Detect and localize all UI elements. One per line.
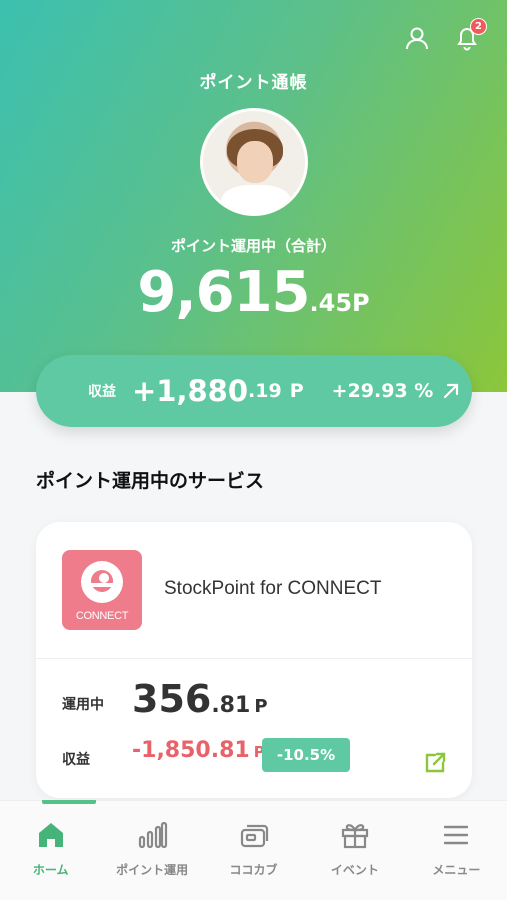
logo-text: CONNECT [75, 610, 129, 622]
avatar[interactable] [200, 108, 308, 216]
service-card[interactable]: CONNECT StockPoint for CONNECT 運用中 356.8… [36, 522, 472, 798]
profit-unit: P [289, 380, 304, 402]
profit-dec: .19 [248, 380, 282, 402]
top-icons: 2 [401, 18, 487, 54]
bar-chart-icon [139, 821, 168, 849]
tab-events[interactable]: イベント [304, 801, 405, 900]
profit-percent: +29.93 % [331, 380, 434, 402]
total-points-dec: .45 [309, 289, 353, 317]
profit-label: 収益 [88, 384, 116, 400]
running-unit: P [254, 696, 268, 717]
profile-button[interactable] [401, 22, 433, 54]
profit-int: +1,880 [132, 374, 249, 408]
tab-menu[interactable]: メニュー [406, 801, 507, 900]
menu-icon [444, 825, 469, 845]
tab-label: ホーム [32, 863, 69, 877]
connect-mark-icon [81, 561, 123, 603]
running-label: 運用中 [62, 697, 104, 713]
hero-header: 2 ポイント通帳 ポイント運用中（合計） 9,615.45P [0, 0, 507, 392]
gift-icon [341, 824, 369, 849]
tab-home[interactable]: ホーム [0, 800, 101, 900]
running-int: 356 [132, 677, 212, 721]
card-divider [36, 658, 472, 659]
services-section-title: ポイント運用中のサービス [36, 470, 265, 492]
cards-icon [240, 824, 268, 848]
total-points-unit: P [352, 289, 370, 317]
gain-amount: -1,850.81 [132, 738, 250, 763]
tab-label: イベント [330, 863, 379, 877]
tab-label: メニュー [432, 863, 481, 877]
notification-badge: 2 [470, 18, 487, 35]
tab-cococabu[interactable]: ココカブ [203, 801, 304, 900]
connect-logo: CONNECT [62, 550, 142, 630]
active-tab-indicator [42, 800, 96, 804]
total-points-label: ポイント運用中（合計） [170, 237, 336, 255]
gain-value: -1,850.81 P [132, 738, 265, 763]
total-points-value: 9,615.45P [0, 260, 507, 325]
notification-button[interactable]: 2 [451, 18, 487, 54]
bottom-tab-bar: ホーム ポイント運用 ココカブ イベント メニュー [0, 800, 507, 900]
service-name: StockPoint for CONNECT [164, 578, 382, 599]
gain-label: 収益 [62, 752, 90, 768]
profit-summary-pill[interactable]: 収益 +1,880.19 P +29.93 % [36, 355, 472, 427]
user-icon [406, 27, 428, 50]
home-icon [38, 823, 63, 847]
page-title: ポイント通帳 [199, 73, 308, 93]
gain-percent-badge: -10.5% [262, 738, 350, 772]
running-value: 356.81 P [132, 677, 268, 721]
external-link-icon[interactable] [422, 750, 448, 776]
tab-label: ポイント運用 [116, 863, 189, 877]
tab-label: ココカブ [229, 863, 278, 877]
tab-point-investment[interactable]: ポイント運用 [101, 801, 202, 900]
total-points-int: 9,615 [137, 260, 310, 325]
running-dec: .81 [211, 693, 251, 718]
arrow-up-right-icon [444, 383, 459, 399]
